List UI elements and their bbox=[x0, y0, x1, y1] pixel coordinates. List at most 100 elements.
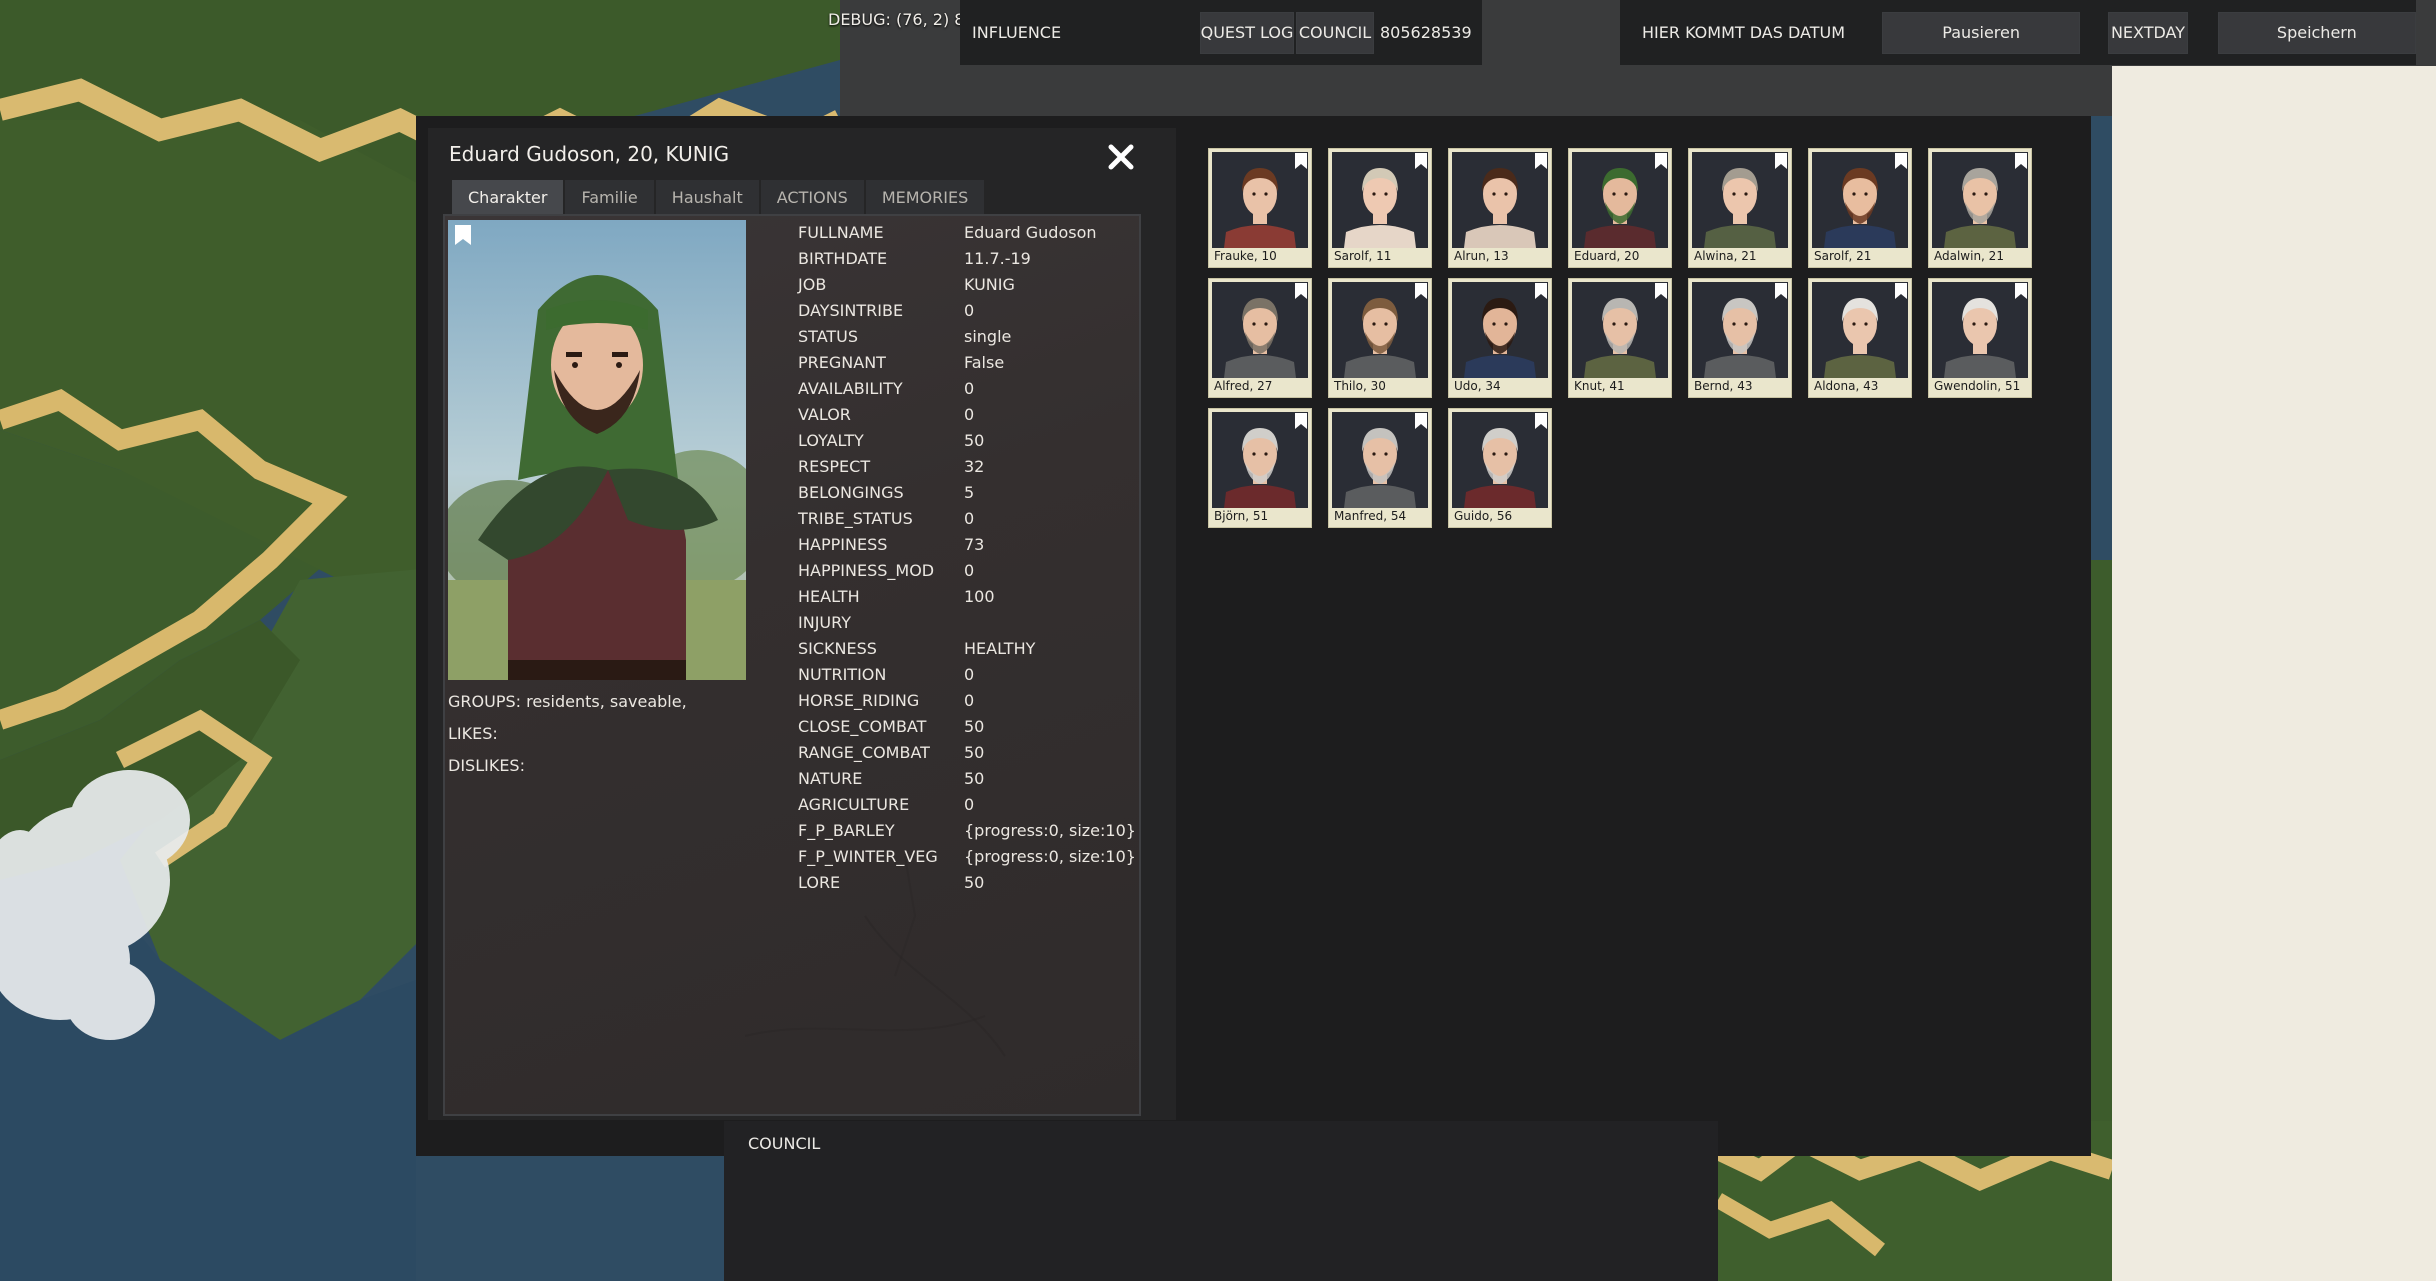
character-card[interactable]: Sarolf, 21 bbox=[1808, 148, 1912, 268]
stat-row: RESPECT 32 bbox=[798, 453, 1138, 479]
stat-value: 0 bbox=[964, 690, 975, 710]
bookmark-icon[interactable] bbox=[1414, 282, 1428, 300]
nextday-button[interactable]: NEXTDAY bbox=[2108, 11, 2188, 54]
bookmark-icon[interactable] bbox=[1774, 152, 1788, 170]
card-label: Alwina, 21 bbox=[1694, 249, 1757, 263]
bookmark-icon[interactable] bbox=[1654, 282, 1668, 300]
stat-row: SICKNESS HEALTHY bbox=[798, 635, 1138, 661]
close-button[interactable] bbox=[1100, 136, 1142, 178]
stat-key: RANGE_COMBAT bbox=[798, 742, 930, 762]
stat-key: F_P_WINTER_VEG bbox=[798, 846, 938, 866]
bookmark-icon[interactable] bbox=[1414, 412, 1428, 430]
bookmark-icon[interactable] bbox=[2014, 152, 2028, 170]
character-card[interactable]: Thilo, 30 bbox=[1328, 278, 1432, 398]
stat-key: HORSE_RIDING bbox=[798, 690, 920, 710]
tab-actions[interactable]: ACTIONS bbox=[760, 180, 864, 214]
card-label: Alfred, 27 bbox=[1214, 379, 1273, 393]
council-button[interactable]: COUNCIL bbox=[1296, 11, 1374, 54]
bookmark-icon[interactable] bbox=[1294, 152, 1308, 170]
stat-value: {progress:0, size:10} bbox=[964, 820, 1136, 840]
stat-key: TRIBE_STATUS bbox=[798, 508, 913, 528]
quest-log-button[interactable]: QUEST LOG bbox=[1200, 11, 1294, 54]
stat-row: AGRICULTURE 0 bbox=[798, 791, 1138, 817]
stat-value: 0 bbox=[964, 508, 975, 528]
bookmark-icon[interactable] bbox=[1534, 282, 1548, 300]
character-card[interactable]: Alrun, 13 bbox=[1448, 148, 1552, 268]
stat-key: HEALTH bbox=[798, 586, 860, 606]
stat-value: 50 bbox=[964, 768, 985, 788]
pause-button[interactable]: Pausieren bbox=[1881, 11, 2081, 54]
character-card[interactable]: Manfred, 54 bbox=[1328, 408, 1432, 528]
stat-key: RESPECT bbox=[798, 456, 871, 476]
stat-value: KUNIG bbox=[964, 274, 1015, 294]
stat-row: HORSE_RIDING 0 bbox=[798, 687, 1138, 713]
save-button[interactable]: Speichern bbox=[2217, 11, 2416, 54]
stat-key: F_P_BARLEY bbox=[798, 820, 895, 840]
stat-row: FULLNAME Eduard Gudoson bbox=[798, 219, 1138, 245]
character-tabs: Charakter Familie Haushalt ACTIONS MEMOR… bbox=[452, 180, 986, 214]
stat-value: 50 bbox=[964, 742, 985, 762]
stat-value: 0 bbox=[964, 664, 975, 684]
character-card[interactable]: Frauke, 10 bbox=[1208, 148, 1312, 268]
stat-row: NATURE 50 bbox=[798, 765, 1138, 791]
stat-value: {progress:0, size:10} bbox=[964, 846, 1136, 866]
character-card[interactable]: Adalwin, 21 bbox=[1928, 148, 2032, 268]
card-label: Gwendolin, 51 bbox=[1934, 379, 2021, 393]
stat-value: 50 bbox=[964, 430, 985, 450]
character-card[interactable]: Knut, 41 bbox=[1568, 278, 1672, 398]
stat-value: 0 bbox=[964, 560, 975, 580]
stat-key: INJURY bbox=[798, 612, 851, 632]
character-card[interactable]: Alfred, 27 bbox=[1208, 278, 1312, 398]
bookmark-icon[interactable] bbox=[1774, 282, 1788, 300]
bookmark-icon[interactable] bbox=[1534, 152, 1548, 170]
bookmark-icon[interactable] bbox=[454, 224, 472, 246]
stat-key: AGRICULTURE bbox=[798, 794, 910, 814]
tab-haushalt[interactable]: Haushalt bbox=[655, 180, 759, 214]
character-card[interactable]: Björn, 51 bbox=[1208, 408, 1312, 528]
bookmark-icon[interactable] bbox=[1894, 282, 1908, 300]
card-label: Udo, 34 bbox=[1454, 379, 1501, 393]
stat-key: LORE bbox=[798, 872, 841, 892]
card-label: Thilo, 30 bbox=[1334, 379, 1386, 393]
stat-value: 0 bbox=[964, 404, 975, 424]
character-card[interactable]: Sarolf, 11 bbox=[1328, 148, 1432, 268]
bookmark-icon[interactable] bbox=[2014, 282, 2028, 300]
bookmark-icon[interactable] bbox=[1534, 412, 1548, 430]
tab-charakter[interactable]: Charakter bbox=[452, 180, 564, 214]
bookmark-icon[interactable] bbox=[1294, 412, 1308, 430]
character-card[interactable]: Udo, 34 bbox=[1448, 278, 1552, 398]
stat-key: LOYALTY bbox=[798, 430, 864, 450]
stat-key: HAPPINESS_MOD bbox=[798, 560, 935, 580]
bookmark-icon[interactable] bbox=[1294, 282, 1308, 300]
character-card[interactable]: Alwina, 21 bbox=[1688, 148, 1792, 268]
stat-key: NATURE bbox=[798, 768, 863, 788]
tab-memories[interactable]: MEMORIES bbox=[865, 180, 985, 214]
character-card[interactable]: Aldona, 43 bbox=[1808, 278, 1912, 398]
side-panel bbox=[2112, 66, 2436, 1281]
tab-familie[interactable]: Familie bbox=[565, 180, 654, 214]
stat-key: SICKNESS bbox=[798, 638, 877, 658]
stat-value: 100 bbox=[964, 586, 995, 606]
character-card[interactable]: Gwendolin, 51 bbox=[1928, 278, 2032, 398]
stat-value: 0 bbox=[964, 794, 975, 814]
stat-row: HAPPINESS 73 bbox=[798, 531, 1138, 557]
character-card[interactable]: Eduard, 20 bbox=[1568, 148, 1672, 268]
character-title: Eduard Gudoson, 20, KUNIG bbox=[449, 142, 730, 166]
stat-value: 11.7.-19 bbox=[964, 248, 1031, 268]
character-portrait[interactable] bbox=[448, 220, 746, 680]
character-card[interactable]: Bernd, 43 bbox=[1688, 278, 1792, 398]
stat-key: PREGNANT bbox=[798, 352, 886, 372]
card-label: Sarolf, 11 bbox=[1334, 249, 1392, 263]
bookmark-icon[interactable] bbox=[1414, 152, 1428, 170]
bookmark-icon[interactable] bbox=[1654, 152, 1668, 170]
groups-line: GROUPS: residents, saveable, bbox=[448, 692, 687, 711]
bookmark-icon[interactable] bbox=[1894, 152, 1908, 170]
stat-row: HAPPINESS_MOD 0 bbox=[798, 557, 1138, 583]
stat-row: JOB KUNIG bbox=[798, 271, 1138, 297]
character-card[interactable]: Guido, 56 bbox=[1448, 408, 1552, 528]
stat-row: AVAILABILITY 0 bbox=[798, 375, 1138, 401]
top-bar-right: HIER KOMMT DAS DATUM Pausieren NEXTDAY S… bbox=[1620, 0, 2416, 65]
date-label: HIER KOMMT DAS DATUM bbox=[1642, 23, 1845, 42]
card-label: Eduard, 20 bbox=[1574, 249, 1640, 263]
stat-row: LORE 50 bbox=[798, 869, 1138, 895]
